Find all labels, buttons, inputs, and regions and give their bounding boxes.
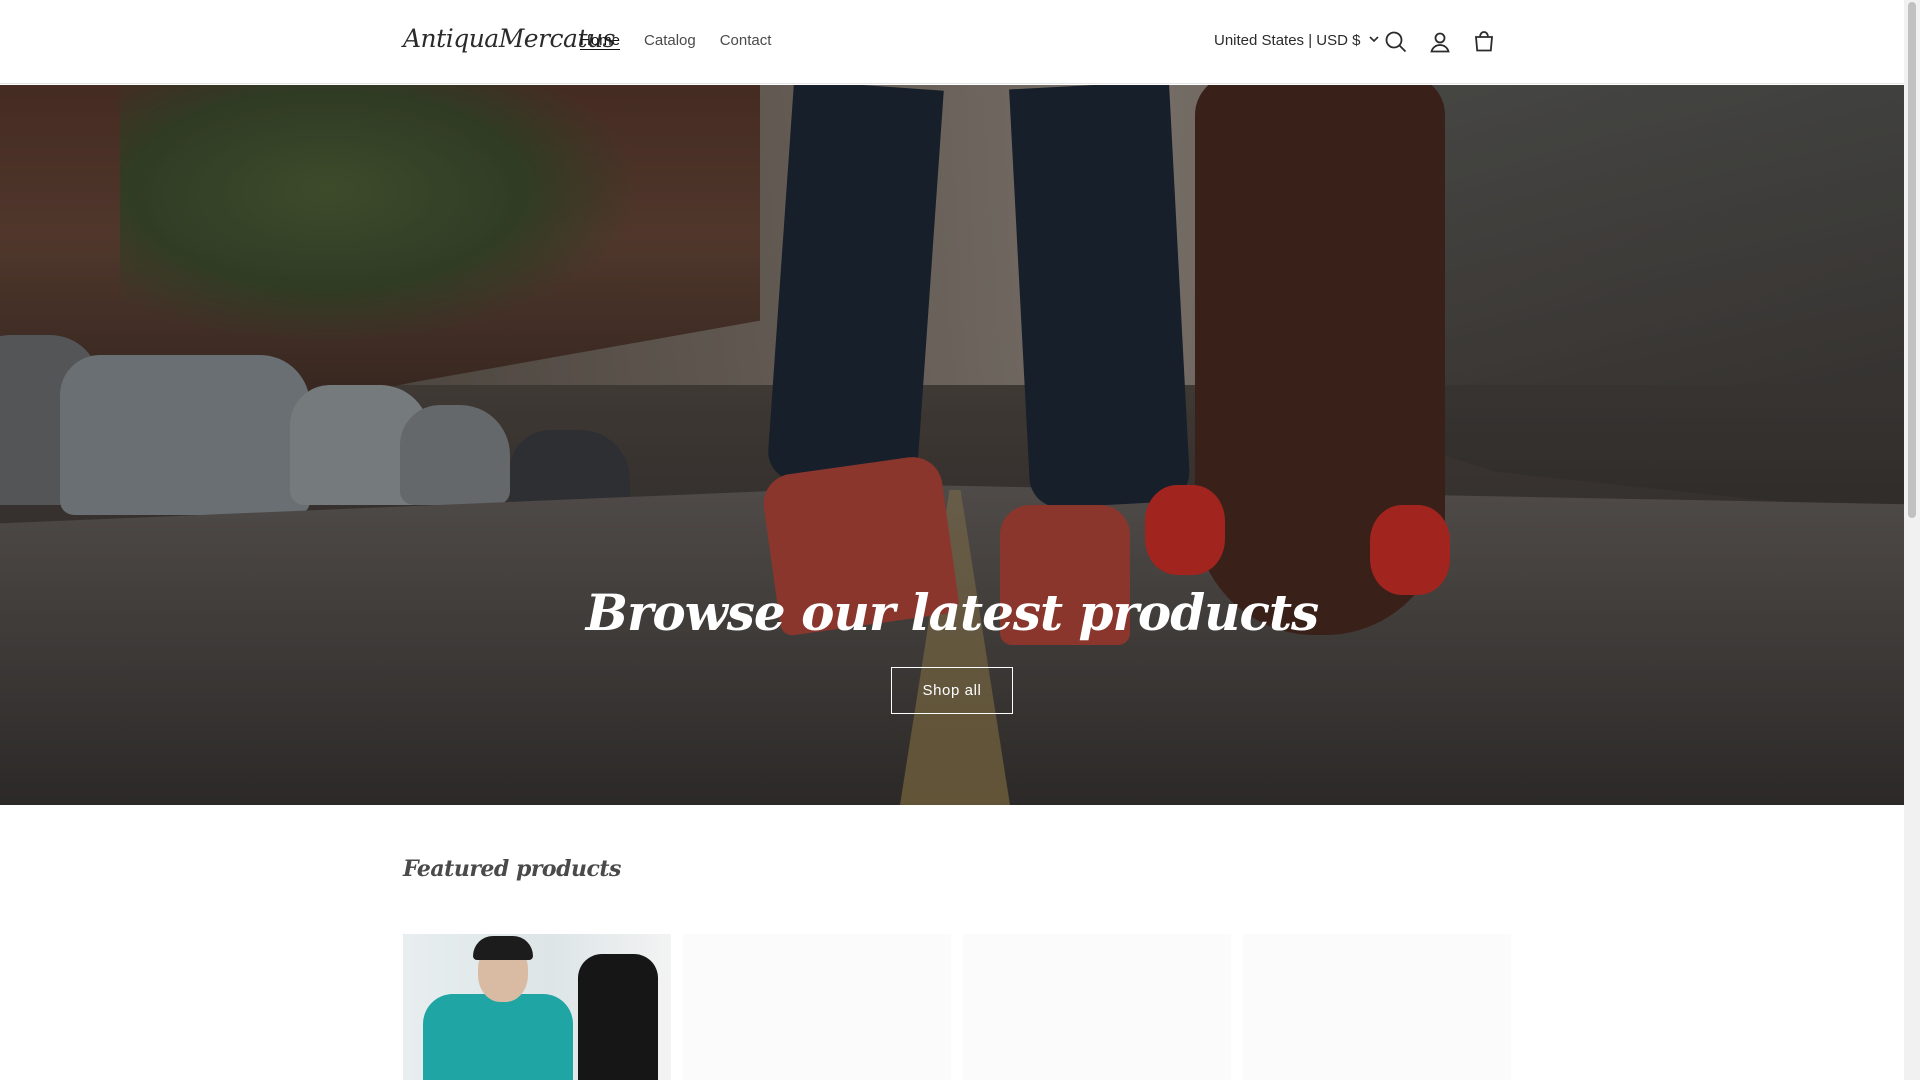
hero-title: Browse our latest products bbox=[585, 583, 1319, 642]
nav-link-home[interactable]: Home bbox=[580, 32, 620, 49]
account-icon[interactable] bbox=[1426, 28, 1454, 56]
product-card[interactable] bbox=[683, 934, 951, 1080]
cart-icon[interactable] bbox=[1470, 28, 1498, 56]
chevron-down-icon bbox=[1368, 32, 1380, 49]
search-icon[interactable] bbox=[1382, 28, 1410, 56]
product-card[interactable] bbox=[403, 934, 671, 1080]
country-selector-label: United States | USD $ bbox=[1214, 32, 1361, 49]
product-image-back-view bbox=[578, 954, 658, 1080]
product-card[interactable] bbox=[963, 934, 1231, 1080]
scrollbar-thumb[interactable] bbox=[1908, 2, 1916, 518]
hero-banner: Browse our latest products Shop all bbox=[0, 85, 1904, 805]
page-scrollbar[interactable] bbox=[1904, 0, 1920, 1080]
product-image-shirt bbox=[423, 994, 573, 1080]
product-image-cap bbox=[473, 936, 533, 960]
product-card[interactable] bbox=[1243, 934, 1511, 1080]
nav-link-contact[interactable]: Contact bbox=[720, 32, 772, 49]
main-nav: Home Catalog Contact bbox=[580, 32, 795, 49]
featured-products-title: Featured products bbox=[403, 856, 621, 882]
site-header: AntiquaMercatus Home Catalog Contact Uni… bbox=[0, 0, 1904, 84]
nav-link-catalog[interactable]: Catalog bbox=[644, 32, 696, 49]
country-selector[interactable]: United States | USD $ bbox=[1214, 32, 1380, 49]
shop-all-button[interactable]: Shop all bbox=[891, 667, 1013, 714]
